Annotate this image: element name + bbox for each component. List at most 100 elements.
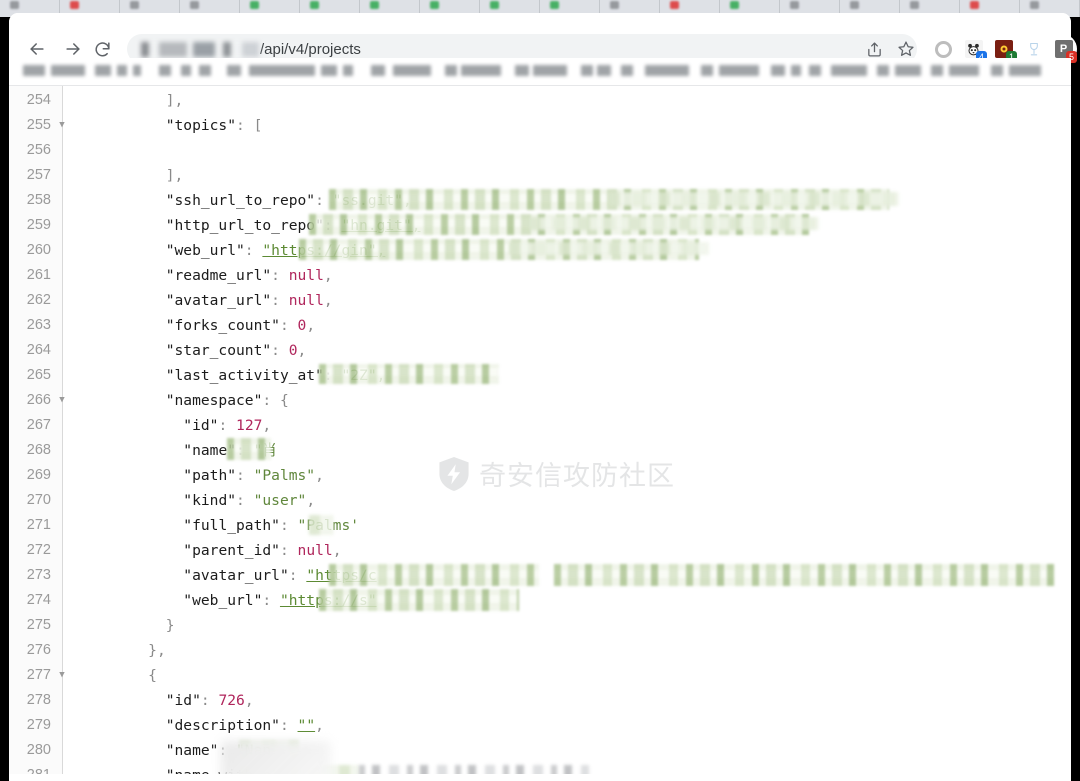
browser-toolbar: /api/v4/projects 4 1 P 5 [9, 13, 1077, 64]
code-text: ], [165, 167, 184, 184]
code-line: 263 "forks_count": 0, [9, 313, 1071, 338]
line-number: 274 [26, 592, 51, 608]
code-line: 279 "description": "", [9, 713, 1071, 738]
code-text: "id": 127, [183, 417, 272, 434]
bookmark-item[interactable] [393, 65, 431, 76]
screenshot-root: /api/v4/projects 4 1 P 5 254], 255 ▼ "t… [0, 0, 1080, 781]
tab-favicon [610, 1, 619, 9]
redacted-blur-box [221, 741, 331, 774]
line-number: 260 [26, 242, 51, 258]
tab-favicon [310, 1, 319, 9]
bookmark-item[interactable] [445, 65, 457, 76]
bookmarks-bar[interactable] [9, 58, 1071, 85]
code-text: "kind": "user", [183, 492, 316, 509]
bookmark-item[interactable] [117, 65, 127, 76]
code-text: }, [148, 642, 166, 659]
line-number: 271 [26, 517, 51, 533]
bookmark-item[interactable] [949, 65, 979, 76]
bookmark-item[interactable] [701, 65, 713, 76]
bookmark-item[interactable] [719, 65, 759, 76]
bookmark-item[interactable] [199, 65, 211, 76]
fold-toggle-icon[interactable]: ▼ [56, 663, 68, 688]
line-number: 281 [9, 763, 51, 774]
bookmark-item[interactable] [461, 65, 501, 76]
bookmark-item[interactable] [877, 65, 889, 76]
line-number: 259 [26, 217, 51, 233]
bookmark-item[interactable] [809, 65, 821, 76]
code-text: "avatar_url": null, [165, 292, 333, 309]
tab-favicon [130, 1, 139, 9]
bookmark-item[interactable] [771, 65, 785, 76]
bookmark-item[interactable] [249, 65, 315, 76]
bookmark-item[interactable] [515, 65, 529, 76]
json-viewer-page: 254 ], 255 ▼ "topics": [256 257 ], 258 "ssh… [9, 86, 1071, 774]
code-line: 256 [9, 138, 1071, 163]
bookmark-item[interactable] [371, 65, 385, 76]
bookmark-item[interactable] [227, 65, 241, 76]
line-number: 279 [26, 717, 51, 733]
line-number: 258 [26, 192, 51, 208]
bookmark-item[interactable] [931, 65, 943, 76]
bookmark-item[interactable] [621, 65, 633, 76]
code-text: "forks_count": 0, [165, 317, 316, 334]
json-code-block[interactable]: 254 ], 255 ▼ "topics": [256 257 ], 258 "ssh… [9, 86, 1071, 774]
code-line: 276 }, [9, 638, 1071, 663]
code-line: 258 "ssh_url_to_repo": "ss.git", [9, 188, 1071, 213]
bookmark-item[interactable] [1009, 65, 1041, 76]
bookmark-item[interactable] [321, 65, 337, 76]
line-number: 277 [26, 667, 51, 683]
code-line: 273 "avatar_url": "https/c [9, 563, 1071, 588]
tab-favicon [850, 1, 859, 9]
bookmark-item[interactable] [991, 65, 1003, 76]
line-number: 263 [26, 317, 51, 333]
code-text: "readme_url": null, [165, 267, 333, 284]
line-number: 278 [26, 692, 51, 708]
line-number: 256 [26, 142, 51, 158]
bookmark-item[interactable] [95, 65, 111, 76]
code-text: ], [165, 92, 184, 109]
bookmark-item[interactable] [831, 65, 867, 76]
bookmark-item[interactable] [533, 65, 567, 76]
bookmark-item[interactable] [791, 65, 801, 76]
fold-toggle-icon[interactable]: ▼ [56, 388, 68, 413]
line-number: 272 [26, 542, 51, 558]
bookmark-item[interactable] [133, 65, 141, 76]
line-number: 270 [26, 492, 51, 508]
tab-favicon [970, 1, 979, 9]
bookmark-item[interactable] [581, 65, 593, 76]
code-line: 260 "web_url": "https://gin", [9, 238, 1071, 263]
line-number: 273 [26, 567, 51, 583]
bookmark-item[interactable] [645, 65, 689, 76]
fold-toggle-icon[interactable]: ▼ [56, 113, 68, 138]
bookmark-item[interactable] [181, 65, 191, 76]
code-text: "id": 726, [165, 692, 254, 709]
code-text: "parent_id": null, [183, 542, 342, 559]
code-text: "web_url": "https://gin", [165, 242, 386, 259]
bookmark-item[interactable] [159, 65, 171, 76]
code-line: 265 "last_activity_at": "2Z", [9, 363, 1071, 388]
code-line: 254 ], [9, 88, 1071, 113]
code-text: { [148, 667, 157, 684]
tab-favicon [250, 1, 259, 9]
bookmark-item[interactable] [23, 65, 45, 76]
url-path-text: /api/v4/projects [260, 40, 361, 58]
bookmark-item[interactable] [51, 65, 85, 76]
code-line: 269 "path": "Palms", [9, 463, 1071, 488]
code-line: 264 "star_count": 0, [9, 338, 1071, 363]
bookmark-item[interactable] [343, 65, 353, 76]
line-number: 262 [26, 292, 51, 308]
tab-favicon [550, 1, 559, 9]
code-text: "web_url": "https://s" [183, 592, 377, 609]
code-text: "name": "肖 [183, 442, 277, 459]
tab-favicon [790, 1, 799, 9]
code-line: 259 "http_url_to_repo": "hn.git", [9, 213, 1071, 238]
line-number: 265 [26, 367, 51, 383]
tab-favicon [430, 1, 439, 9]
bookmark-item[interactable] [597, 65, 611, 76]
line-number: 276 [26, 642, 51, 658]
bookmark-item[interactable] [895, 65, 921, 76]
line-number: 257 [26, 167, 51, 183]
code-text: "ssh_url_to_repo": "ss.git", [165, 192, 412, 209]
redacted-domain [141, 41, 259, 57]
